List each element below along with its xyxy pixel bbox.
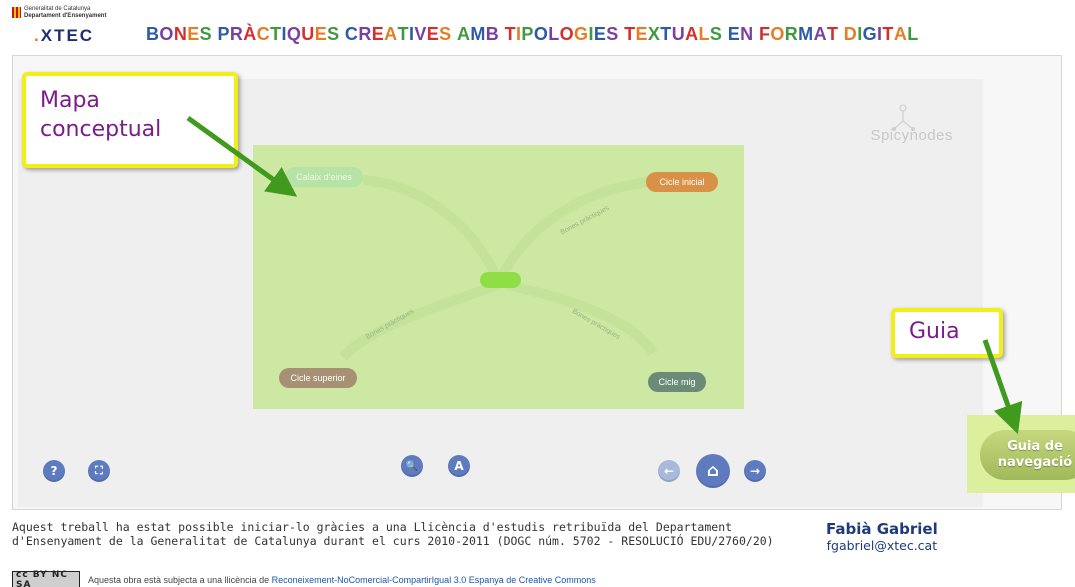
zoom-icon: 🔍 (405, 460, 419, 472)
credit-text: Aquest treball ha estat possible iniciar… (12, 520, 774, 548)
license-prefix: Aquesta obra està subjecta a una llicènc… (88, 575, 272, 585)
license-text: Aquesta obra està subjecta a una llicènc… (88, 575, 596, 585)
home-icon: ⌂ (706, 461, 720, 481)
forward-button[interactable]: → (744, 460, 766, 482)
author-name: Fabià Gabriel (826, 520, 938, 538)
arrow-left-icon: ← (663, 464, 675, 478)
author-block: Fabià Gabriel fgabriel@xtec.cat (826, 520, 938, 553)
fullscreen-button[interactable]: ⛶ (88, 460, 110, 482)
node-cicle-mig[interactable]: Cicle mig (648, 372, 706, 392)
gencat-line1: Generalitat de Catalunya (24, 6, 91, 12)
font-size-button[interactable]: A (448, 455, 470, 477)
author-email[interactable]: fgabriel@xtec.cat (826, 538, 938, 553)
senyera-icon (12, 7, 21, 18)
fullscreen-icon: ⛶ (95, 464, 103, 477)
zoom-button[interactable]: 🔍 (401, 455, 423, 477)
footer: Aquest treball ha estat possible iniciar… (0, 513, 1075, 587)
gencat-logo[interactable]: Generalitat de Catalunya Departament d'E… (12, 6, 106, 20)
guide-line2: navegació (997, 455, 1073, 470)
xtec-dot: . (34, 26, 41, 45)
home-button[interactable]: ⌂ (696, 454, 730, 488)
callout-guia: Guia (891, 308, 1003, 358)
page: Generalitat de Catalunya Departament d'E… (0, 0, 1075, 587)
spicynodes-logo[interactable]: Spicynodes (870, 127, 953, 144)
back-button[interactable]: ← (658, 460, 680, 482)
gencat-text: Generalitat de Catalunya Departament d'E… (24, 6, 106, 20)
gencat-line2: Departament d'Ensenyament (24, 13, 107, 19)
xtec-logo[interactable]: .XTEC (34, 26, 94, 46)
concept-map[interactable]: Bones pràctiques Bones pràctiques Bones … (253, 145, 744, 409)
callout-mapa-conceptual: Mapa conceptual (22, 72, 238, 168)
license-link[interactable]: Reconeixement-NoComercial-CompartirIgual… (272, 575, 596, 585)
help-button[interactable]: ? (43, 460, 65, 482)
xtec-text: XTEC (40, 26, 95, 45)
node-center[interactable] (480, 272, 521, 288)
guide-line1: Guia de (1007, 439, 1063, 454)
cc-license-icon[interactable]: cc BY NC SA (12, 570, 80, 587)
license-row: cc BY NC SA Aquesta obra està subjecta a… (12, 570, 596, 587)
node-cicle-superior[interactable]: Cicle superior (279, 368, 357, 388)
page-title: BONES PRÀCTIQUES CREATIVES AMB TIPOLOGIE… (146, 24, 919, 44)
guide-button[interactable]: Guia de navegació (980, 430, 1075, 480)
node-cicle-inicial[interactable]: Cicle inicial (646, 172, 718, 192)
help-icon: ? (50, 464, 58, 478)
arrow-right-icon: → (749, 464, 761, 478)
node-calaix-eines[interactable]: Calaix d'eines (285, 167, 363, 187)
guide-panel: Guia de navegació (967, 415, 1075, 493)
font-icon: A (454, 459, 464, 473)
